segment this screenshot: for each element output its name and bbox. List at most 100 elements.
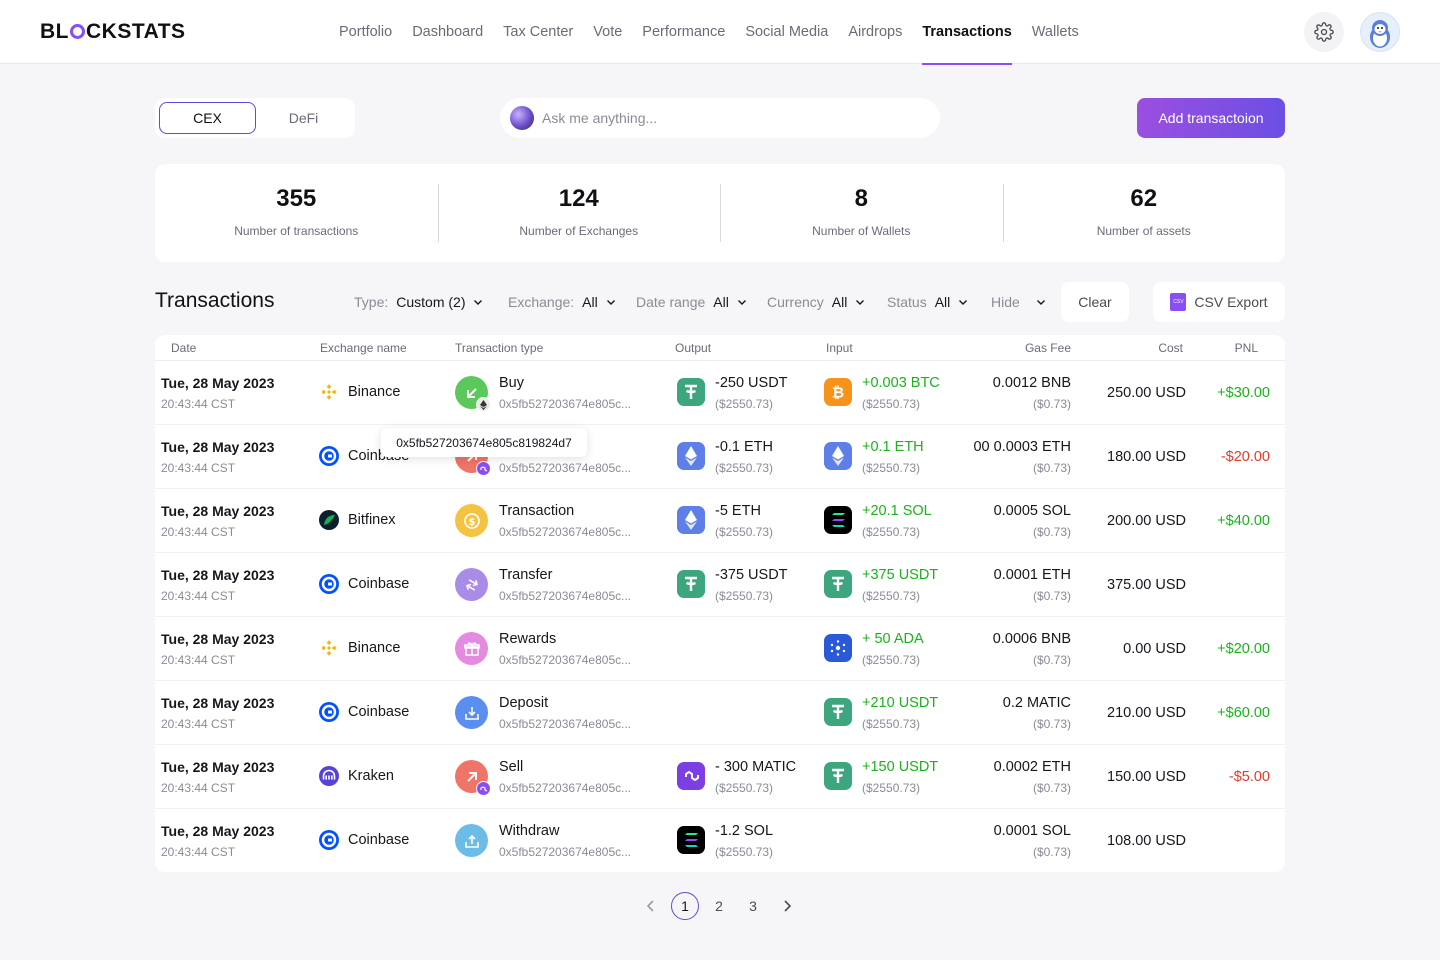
column-header-exchange-name[interactable]: Exchange name	[320, 341, 407, 355]
table-row[interactable]: Tue, 28 May 2023 20:43:44 CST Bitfinex $ Tra…	[155, 489, 1285, 553]
page-3-button[interactable]: 3	[739, 892, 767, 920]
filter-hide[interactable]: Hide	[991, 292, 1046, 312]
table-row[interactable]: Tue, 28 May 202320:43:44 CSTCoinbaseSell…	[155, 425, 1285, 489]
clear-filters-button[interactable]: Clear	[1061, 282, 1129, 322]
column-header-gas-fee[interactable]: Gas Fee	[1025, 341, 1071, 355]
cost-value: 375.00 USD	[1107, 577, 1186, 593]
gas-fee: 0.0006 BNB	[992, 631, 1071, 647]
page-1-button[interactable]: 1	[671, 892, 699, 920]
nav-transactions[interactable]: Transactions	[922, 0, 1013, 65]
main-nav: Portfolio Dashboard Tax Center Vote Performa…	[339, 0, 1079, 65]
input-amount: +0.003 BTC	[862, 375, 940, 391]
prev-page-button[interactable]	[637, 892, 665, 920]
filter-exchange[interactable]: Exchange: All	[508, 292, 616, 312]
gas-fee: 0.0005 SOL	[993, 503, 1071, 519]
exchange-name: Binance	[348, 384, 401, 400]
tab-defi[interactable]: DeFi	[256, 102, 351, 134]
sol-icon	[677, 826, 705, 854]
filter-value: All	[934, 294, 951, 310]
gift-icon	[455, 632, 488, 665]
nav-social-media[interactable]: Social Media	[745, 0, 828, 64]
user-avatar[interactable]	[1360, 12, 1400, 52]
input-amount: + 50 ADA	[862, 631, 924, 647]
nav-tax-center[interactable]: Tax Center	[503, 0, 573, 64]
settings-button[interactable]	[1304, 12, 1344, 52]
gas-fee-usd: ($0.73)	[1032, 525, 1071, 539]
table-row[interactable]: Tue, 28 May 2023 20:43:44 CST Coinbase Depo…	[155, 681, 1285, 745]
stat-card: 62 Number of assets	[1002, 184, 1286, 242]
exchange-name: Binance	[348, 640, 401, 656]
transaction-hash[interactable]: 0x5fb527203674e805c...	[499, 717, 637, 731]
tx-date: Tue, 28 May 2023	[161, 695, 275, 711]
filter-date-range[interactable]: Date range All	[636, 292, 747, 312]
tx-date: Tue, 28 May 2023	[161, 567, 275, 583]
exchange-cell[interactable]: Coinbase	[319, 702, 409, 722]
tab-cex[interactable]: CEX	[159, 102, 256, 134]
table-row[interactable]: Tue, 28 May 2023 20:43:44 CST Coinbase Tran…	[155, 553, 1285, 617]
filter-label: Exchange:	[508, 294, 575, 310]
nav-airdrops[interactable]: Airdrops	[848, 0, 902, 64]
filter-label: Type:	[354, 294, 389, 310]
table-row[interactable]: Tue, 28 May 2023 20:43:44 CST Coinbase With…	[155, 809, 1285, 872]
blockstats-logo[interactable]: BL CKSTATS	[40, 20, 186, 44]
logo-ring-icon	[70, 24, 85, 39]
nav-performance[interactable]: Performance	[642, 0, 725, 64]
output-amount: -250 USDT	[715, 375, 788, 391]
output-usd: ($2550.73)	[715, 781, 774, 795]
nav-vote[interactable]: Vote	[593, 0, 622, 64]
column-header-pnl[interactable]: PNL	[1235, 341, 1258, 355]
penguin-avatar-icon	[1370, 20, 1390, 48]
transaction-hash[interactable]: 0x5fb527203674e805c...	[499, 525, 637, 539]
exchange-cell[interactable]: Coinbase	[319, 830, 409, 850]
transaction-hash[interactable]: 0x5fb527203674e805c...	[499, 461, 637, 475]
column-header-cost[interactable]: Cost	[1158, 341, 1183, 355]
exchange-cell[interactable]: Binance	[319, 638, 400, 658]
transaction-hash[interactable]: 0x5fb527203674e805c...	[499, 397, 637, 411]
gear-icon	[1314, 22, 1334, 42]
page-2-button[interactable]: 2	[705, 892, 733, 920]
add-transaction-button[interactable]: Add transactoion	[1137, 98, 1285, 138]
filter-type[interactable]: Type: Custom (2)	[354, 292, 483, 312]
filter-status[interactable]: Status All	[887, 292, 968, 312]
transaction-hash[interactable]: 0x5fb527203674e805c...	[499, 653, 637, 667]
table-row[interactable]: Tue, 28 May 2023 20:43:44 CST Kraken Sell 0x…	[155, 745, 1285, 809]
column-header-output[interactable]: Output	[675, 341, 711, 355]
column-header-date[interactable]: Date	[171, 341, 196, 355]
nav-dashboard[interactable]: Dashboard	[412, 0, 483, 64]
svg-text:$: $	[468, 517, 475, 528]
filter-label: Date range	[636, 294, 706, 310]
exchange-cell[interactable]: Binance	[319, 382, 400, 402]
next-page-button[interactable]	[773, 892, 801, 920]
input-usd: ($2550.73)	[862, 397, 921, 411]
search-input[interactable]	[542, 110, 922, 126]
hash-tooltip: 0x5fb527203674e805c819824d7	[381, 428, 587, 457]
csv-export-label: CSV Export	[1194, 294, 1268, 310]
table-row[interactable]: Tue, 28 May 2023 20:43:44 CST Binance Buy 0x…	[155, 361, 1285, 425]
coinbase-icon	[319, 702, 339, 722]
gas-fee-usd: ($0.73)	[1032, 717, 1071, 731]
column-header-input[interactable]: Input	[826, 341, 853, 355]
input-usd: ($2550.73)	[862, 781, 921, 795]
filter-currency[interactable]: Currency All	[767, 292, 865, 312]
transaction-hash[interactable]: 0x5fb527203674e805c...	[499, 845, 637, 859]
coinbase-icon	[319, 830, 339, 850]
exchange-cell[interactable]: Kraken	[319, 766, 394, 786]
bitfinex-icon	[319, 510, 339, 530]
csv-export-button[interactable]: CSV CSV Export	[1153, 282, 1285, 322]
nav-wallets[interactable]: Wallets	[1032, 0, 1079, 64]
input-usd: ($2550.73)	[862, 717, 921, 731]
tx-time: 20:43:44 CST	[161, 525, 236, 539]
nav-portfolio[interactable]: Portfolio	[339, 0, 392, 64]
transaction-hash[interactable]: 0x5fb527203674e805c...	[499, 589, 637, 603]
eth-badge-icon	[476, 397, 491, 412]
column-header-transaction-type[interactable]: Transaction type	[455, 341, 543, 355]
exchange-cell[interactable]: Coinbase	[319, 574, 409, 594]
chevron-down-icon	[737, 297, 747, 307]
exchange-cell[interactable]: Bitfinex	[319, 510, 396, 530]
chevron-down-icon	[855, 297, 865, 307]
table-row[interactable]: Tue, 28 May 2023 20:43:44 CST Binance Rewar…	[155, 617, 1285, 681]
transaction-hash[interactable]: 0x5fb527203674e805c...	[499, 781, 637, 795]
coinbase-icon	[319, 446, 339, 466]
buy-arrow-icon	[455, 376, 491, 412]
usdt-icon	[677, 378, 705, 406]
